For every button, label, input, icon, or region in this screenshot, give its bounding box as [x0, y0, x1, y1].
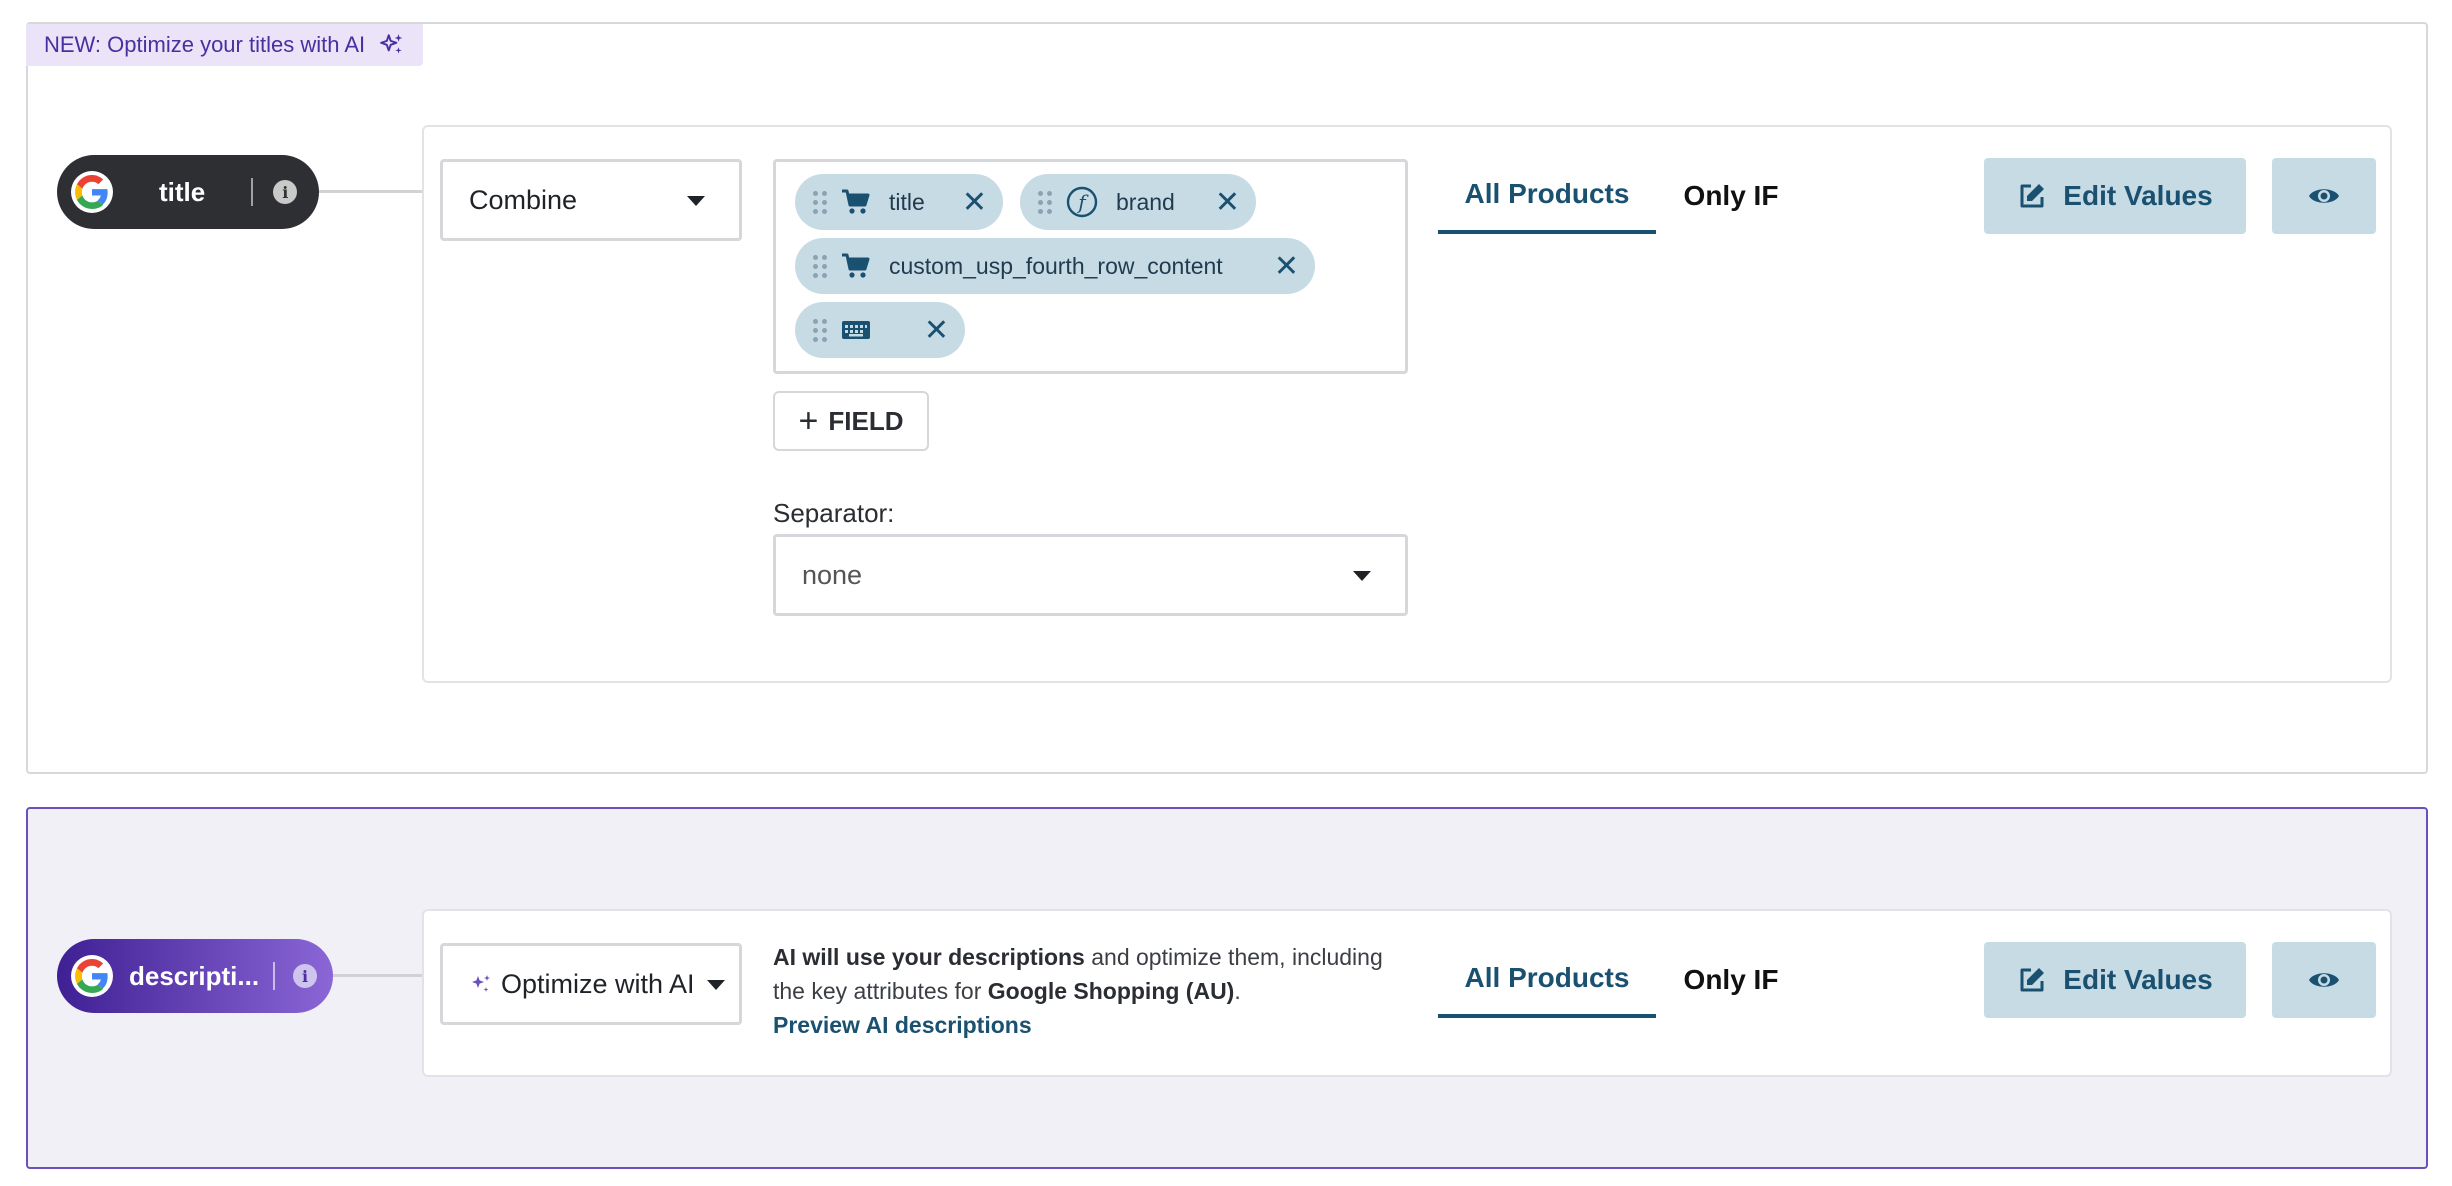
cart-icon	[841, 189, 871, 215]
add-field-button[interactable]: + FIELD	[773, 391, 929, 451]
product-scope-tabs: All Products Only IF	[1438, 942, 1806, 1018]
remove-chip-icon[interactable]: ✕	[924, 313, 949, 348]
caret-down-icon	[687, 196, 705, 206]
eye-icon	[2309, 189, 2339, 203]
keyboard-icon	[841, 319, 871, 341]
ai-info-bold: AI will use your descriptions	[773, 944, 1085, 970]
pill-label: title	[159, 176, 206, 207]
mode-select[interactable]: Optimize with AI	[440, 943, 742, 1025]
info-icon[interactable]: i	[293, 964, 318, 988]
ai-info-channel: Google Shopping (AU)	[987, 978, 1235, 1004]
sparkles-icon	[380, 34, 403, 54]
field-chip[interactable]: f brand ✕	[1020, 174, 1256, 230]
google-icon	[71, 955, 113, 997]
drag-handle-icon[interactable]	[813, 254, 827, 278]
edit-values-button[interactable]: Edit Values	[1984, 158, 2246, 234]
description-attribute-pill[interactable]: descripti... i	[57, 939, 333, 1013]
info-icon[interactable]: i	[273, 180, 298, 204]
tab-only-if[interactable]: Only IF	[1656, 158, 1806, 234]
tab-all-products[interactable]: All Products	[1438, 158, 1656, 234]
function-icon: f	[1066, 186, 1098, 218]
separator-select-value: none	[802, 559, 863, 590]
remove-chip-icon[interactable]: ✕	[962, 185, 987, 220]
edit-icon	[2020, 184, 2045, 208]
preview-button[interactable]	[2272, 942, 2376, 1018]
add-field-label: FIELD	[828, 405, 904, 436]
mode-select-value: Combine	[469, 184, 578, 215]
cart-icon	[841, 253, 871, 279]
ai-info-end: .	[1234, 978, 1241, 1004]
pill-label: descripti...	[129, 960, 260, 991]
chip-label: brand	[1116, 188, 1175, 215]
edit-values-label: Edit Values	[2063, 180, 2213, 211]
svg-text:f: f	[1076, 190, 1089, 214]
chip-label: title	[889, 188, 925, 215]
connector-line	[333, 974, 422, 977]
plus-icon: +	[798, 402, 819, 440]
pill-divider	[251, 178, 254, 206]
field-chip[interactable]: custom_usp_fourth_row_content ✕	[795, 238, 1315, 294]
caret-down-icon	[707, 980, 725, 990]
preview-button[interactable]	[2272, 158, 2376, 234]
title-attribute-pill[interactable]: title i	[57, 155, 319, 229]
edit-values-label: Edit Values	[2063, 964, 2213, 995]
mode-select-value: Optimize with AI	[501, 968, 695, 999]
drag-handle-icon[interactable]	[1038, 190, 1052, 214]
banner-text: NEW: Optimize your titles with AI	[44, 32, 366, 57]
ai-optimize-banner[interactable]: NEW: Optimize your titles with AI	[26, 24, 424, 66]
connector-line	[319, 190, 422, 193]
sparkles-icon	[472, 975, 490, 992]
edit-values-button[interactable]: Edit Values	[1984, 942, 2246, 1018]
remove-chip-icon[interactable]: ✕	[1215, 185, 1240, 220]
separator-label: Separator:	[773, 498, 895, 528]
pill-divider	[273, 962, 276, 990]
field-chip[interactable]: ✕	[795, 302, 965, 358]
preview-ai-descriptions-link[interactable]: Preview AI descriptions	[773, 1008, 1413, 1042]
field-chip[interactable]: title ✕	[795, 174, 1003, 230]
ai-description-info: AI will use your descriptions and optimi…	[773, 940, 1413, 1042]
product-scope-tabs: All Products Only IF	[1438, 158, 1806, 234]
google-icon	[71, 171, 113, 213]
tab-only-if[interactable]: Only IF	[1656, 942, 1806, 1018]
caret-down-icon	[1353, 571, 1371, 581]
chip-label: custom_usp_fourth_row_content	[889, 252, 1223, 279]
remove-chip-icon[interactable]: ✕	[1274, 249, 1299, 284]
eye-icon	[2309, 973, 2339, 987]
drag-handle-icon[interactable]	[813, 318, 827, 342]
edit-icon	[2020, 968, 2045, 992]
tab-all-products[interactable]: All Products	[1438, 942, 1656, 1018]
mode-select[interactable]: Combine	[440, 159, 742, 241]
drag-handle-icon[interactable]	[813, 190, 827, 214]
separator-select[interactable]: none	[773, 534, 1408, 616]
